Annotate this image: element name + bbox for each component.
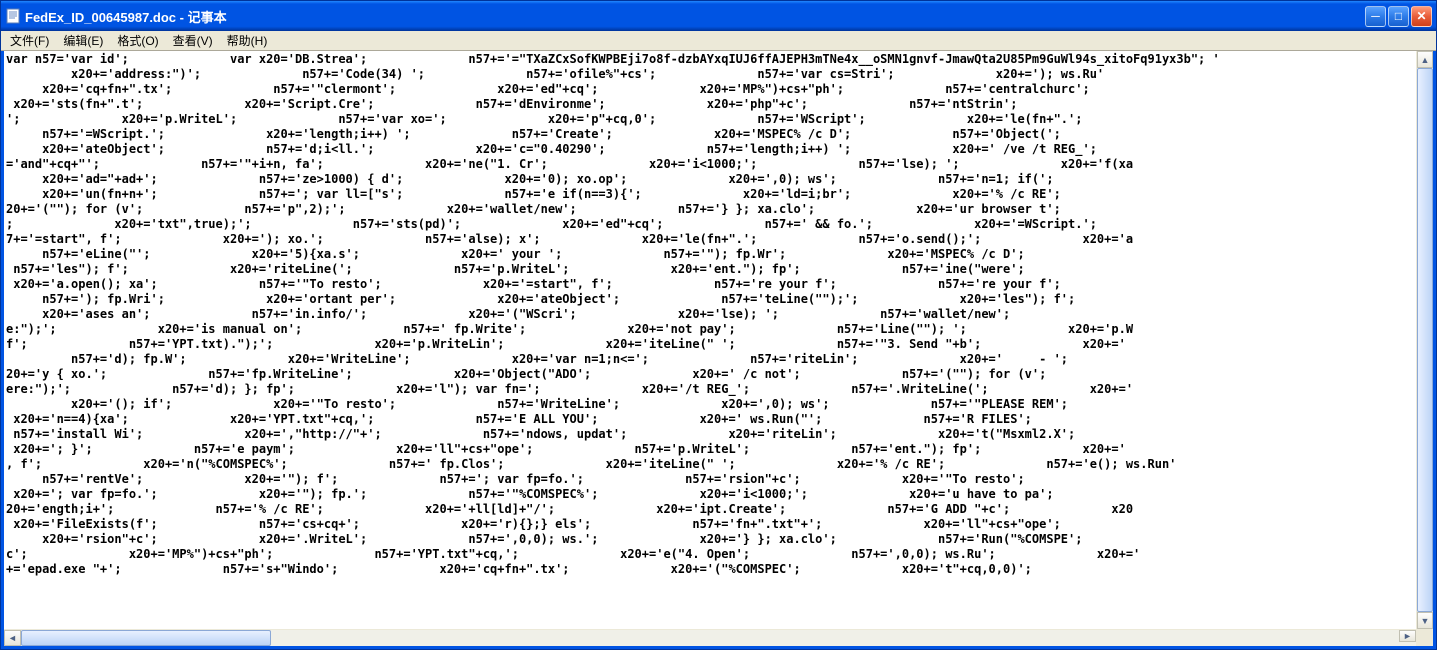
- close-button[interactable]: ✕: [1411, 6, 1432, 27]
- client-area: var n57='var id'; var x20='DB.Strea'; n5…: [1, 51, 1436, 649]
- vertical-scroll-thumb[interactable]: [1417, 68, 1433, 612]
- text-content[interactable]: var n57='var id'; var x20='DB.Strea'; n5…: [4, 51, 1433, 646]
- horizontal-scrollbar[interactable]: ◄ ►: [4, 629, 1416, 646]
- maximize-button[interactable]: □: [1388, 6, 1409, 27]
- horizontal-scroll-track[interactable]: [21, 630, 1416, 646]
- window-title: FedEx_ID_00645987.doc - 记事本: [25, 7, 1365, 26]
- menu-help[interactable]: 帮助(H): [220, 30, 275, 51]
- menu-format[interactable]: 格式(O): [110, 30, 165, 51]
- scroll-left-button[interactable]: ◄: [4, 630, 21, 646]
- titlebar[interactable]: FedEx_ID_00645987.doc - 记事本 ─ □ ✕: [1, 1, 1436, 31]
- menubar: 文件(F) 编辑(E) 格式(O) 查看(V) 帮助(H): [1, 31, 1436, 51]
- scroll-right-button[interactable]: ►: [1399, 630, 1416, 642]
- scrollbar-corner: [1416, 629, 1433, 646]
- notepad-window: FedEx_ID_00645987.doc - 记事本 ─ □ ✕ 文件(F) …: [0, 0, 1437, 650]
- window-controls: ─ □ ✕: [1365, 6, 1432, 27]
- scroll-down-button[interactable]: ▼: [1417, 612, 1433, 629]
- vertical-scrollbar[interactable]: ▲ ▼: [1416, 51, 1433, 629]
- horizontal-scroll-thumb[interactable]: [21, 630, 271, 646]
- menu-file[interactable]: 文件(F): [3, 30, 56, 51]
- menu-view[interactable]: 查看(V): [166, 30, 220, 51]
- scroll-up-button[interactable]: ▲: [1417, 51, 1433, 68]
- menu-edit[interactable]: 编辑(E): [56, 30, 110, 51]
- notepad-icon: [5, 8, 21, 24]
- minimize-button[interactable]: ─: [1365, 6, 1386, 27]
